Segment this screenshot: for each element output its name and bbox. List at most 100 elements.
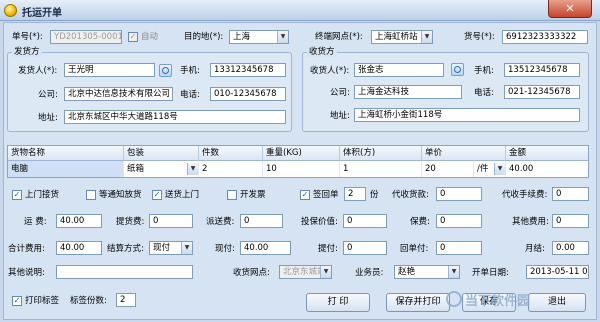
chevron-down-icon[interactable]: ▼ <box>421 31 432 43</box>
order-no-field[interactable]: YD201305-0001 <box>50 30 122 44</box>
invoice-checkbox[interactable] <box>227 190 237 200</box>
save-print-button[interactable]: 保存并打印 <box>386 293 450 312</box>
sender-name-field[interactable]: 王光明 <box>64 63 155 77</box>
col-header-weight[interactable]: 重量(KG) <box>263 146 340 161</box>
col-header-qty[interactable]: 件数 <box>199 146 263 161</box>
cell-pack-value: 纸箱 <box>127 164 145 174</box>
total-label: 合计费用: <box>8 244 45 254</box>
exit-button[interactable]: 退出 <box>528 293 586 312</box>
clerk-value: 赵艳 <box>398 267 416 277</box>
cell-amount[interactable]: 40.00 <box>506 161 588 177</box>
cell-unit[interactable]: /件 ▼ <box>474 161 506 177</box>
auto-label: 自动 <box>141 32 159 42</box>
close-button[interactable]: ✕ <box>548 0 592 18</box>
freight-field[interactable]: 40.00 <box>56 214 102 228</box>
col-header-volume[interactable]: 体积(方) <box>340 146 422 161</box>
chevron-down-icon[interactable]: ▼ <box>181 242 192 254</box>
receiver-addr-label: 地址: <box>330 111 350 121</box>
print-label-checkbox[interactable]: ✓ <box>12 296 22 306</box>
print-button[interactable]: 打 印 <box>306 293 370 312</box>
remark-field[interactable] <box>56 265 193 279</box>
dest-label: 目的地(*): <box>184 32 224 42</box>
receiver-phone-field[interactable]: 13512345678 <box>504 63 580 77</box>
search-icon[interactable] <box>451 63 464 76</box>
receiver-tel-field[interactable]: 021-12345678 <box>504 85 580 99</box>
recv-point-select[interactable]: 北京东城站 ▼ <box>279 265 332 279</box>
remark-label: 其他说明: <box>8 268 45 278</box>
insured-label: 投保价值: <box>301 217 338 227</box>
sender-tel-label: 电话: <box>180 90 200 100</box>
sender-addr-field[interactable]: 北京东城区中华大道路118号 <box>64 110 286 124</box>
sign-back-checkbox[interactable]: ✓ <box>300 190 310 200</box>
monthly-field[interactable]: 0.00 <box>552 241 589 255</box>
col-header-name[interactable]: 货物名称 <box>8 146 124 161</box>
settle-select[interactable]: 现付 ▼ <box>149 241 193 255</box>
wait-notice-label: 等通知放货 <box>99 190 142 200</box>
delivery-fee-label: 派送费: <box>206 217 235 227</box>
insured-field[interactable]: 0 <box>343 214 387 228</box>
cash-field[interactable]: 40.00 <box>240 241 291 255</box>
clerk-label: 业务员: <box>355 268 384 278</box>
dest-select[interactable]: 上海 ▼ <box>229 30 289 44</box>
app-icon <box>4 4 17 17</box>
receiver-group-title: 收货方 <box>307 47 337 57</box>
cell-volume[interactable]: 1 <box>340 161 422 177</box>
total-field[interactable]: 40.00 <box>56 241 102 255</box>
pay-return-label: 回单付: <box>400 244 429 254</box>
receiver-company-field[interactable]: 上海金达科技 <box>354 85 462 99</box>
cell-unit-value: /件 <box>477 164 489 174</box>
wait-notice-checkbox[interactable] <box>86 190 96 200</box>
sender-phone-label: 手机: <box>180 66 200 76</box>
sender-company-field[interactable]: 北京中达信息技术有限公司 <box>64 87 173 101</box>
goods-grid: 货物名称 包装 件数 重量(KG) 体积(方) 单价 金额 电脑 纸箱 ▼ 2 1… <box>7 145 589 178</box>
cash-label: 现付: <box>215 244 235 254</box>
cod-fee-label: 代收手续费: <box>502 190 548 200</box>
col-header-pack[interactable]: 包装 <box>124 146 199 161</box>
chevron-down-icon[interactable]: ▼ <box>320 266 331 278</box>
settle-label: 结算方式: <box>107 244 144 254</box>
watermark-logo-icon <box>446 291 462 307</box>
chevron-down-icon[interactable]: ▼ <box>448 266 459 278</box>
label-copies-field[interactable]: 2 <box>116 293 136 307</box>
receiver-name-field[interactable]: 张金志 <box>354 63 444 77</box>
clerk-select[interactable]: 赵艳 ▼ <box>394 265 460 279</box>
sender-group-title: 发货方 <box>12 47 42 57</box>
chevron-down-icon[interactable]: ▼ <box>494 163 505 175</box>
chevron-down-icon[interactable]: ▼ <box>277 31 288 43</box>
order-no-label: 单号(*): <box>12 32 43 42</box>
cell-price[interactable]: 20 <box>422 161 474 177</box>
open-date-field[interactable]: 2013-05-11 00:00 <box>526 265 589 279</box>
cell-weight[interactable]: 10 <box>263 161 340 177</box>
sender-phone-field[interactable]: 13312345678 <box>210 63 286 77</box>
pickup-checkbox[interactable]: ✓ <box>12 190 22 200</box>
terminal-label: 终端网点(*): <box>315 32 363 42</box>
pickup-fee-field[interactable]: 0 <box>149 214 193 228</box>
other-fee-field[interactable]: 0 <box>552 214 589 228</box>
cell-pack[interactable]: 纸箱 ▼ <box>124 161 199 177</box>
search-icon[interactable] <box>159 64 172 77</box>
receiver-addr-field[interactable]: 上海虹桥小金街118号 <box>354 108 580 122</box>
recv-point-label: 收货网点: <box>233 268 270 278</box>
sender-name-label: 发货人(*): <box>18 66 58 76</box>
pay-pickup-label: 提付: <box>318 244 338 254</box>
cell-qty[interactable]: 2 <box>199 161 263 177</box>
cod-field[interactable]: 0 <box>436 187 482 201</box>
sign-back-qty-field[interactable]: 2 <box>344 187 366 201</box>
cell-name[interactable]: 电脑 <box>8 161 124 177</box>
pay-return-field[interactable]: 0 <box>436 241 482 255</box>
chevron-down-icon[interactable]: ▼ <box>187 163 198 175</box>
pay-pickup-field[interactable]: 0 <box>343 241 387 255</box>
delivery-checkbox[interactable]: ✓ <box>152 190 162 200</box>
cod-fee-field[interactable]: 0 <box>552 187 589 201</box>
col-header-price[interactable]: 单价 <box>422 146 506 161</box>
premium-field[interactable]: 0 <box>436 214 482 228</box>
sender-tel-field[interactable]: 010-12345678 <box>210 87 286 101</box>
auto-checkbox[interactable]: ✓ <box>128 32 138 42</box>
terminal-select[interactable]: 上海虹桥站 ▼ <box>371 30 433 44</box>
cargo-no-field[interactable]: 6912323333322 <box>502 30 588 44</box>
pickup-label: 上门接货 <box>25 190 60 200</box>
delivery-fee-field[interactable]: 0 <box>240 214 283 228</box>
cod-label: 代收货款: <box>392 190 429 200</box>
watermark-text: 当下软件园 <box>465 294 531 309</box>
col-header-amount[interactable]: 金额 <box>506 146 588 161</box>
